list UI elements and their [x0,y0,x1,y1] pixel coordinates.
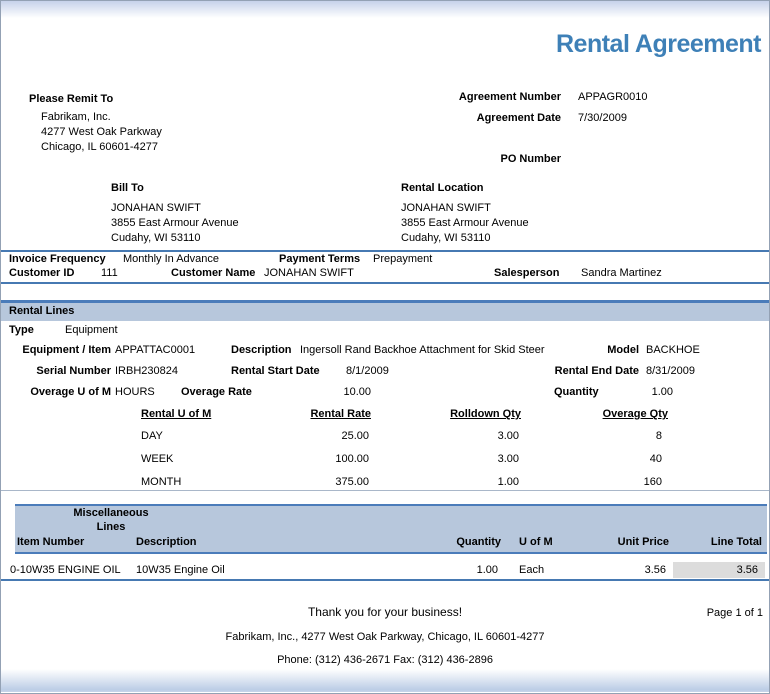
rate-table-header-uom: Rental U of M [141,408,211,421]
remit-to-address: Fabrikam, Inc. 4277 West Oak Parkway Chi… [41,110,162,155]
rental-location-address: JONAHAN SWIFT 3855 East Armour Avenue Cu… [401,201,529,246]
misc-header-item-number: Item Number [17,536,84,549]
overage-rate-label: Overage Rate [181,386,252,399]
quantity-label: Quantity [554,386,599,399]
invoice-frequency-label: Invoice Frequency [9,253,106,266]
model-label: Model [561,344,639,357]
misc-row-description: 10W35 Engine Oil [136,564,225,577]
footer-company-line: Fabrikam, Inc., 4277 West Oak Parkway, C… [1,631,769,644]
rate-row-rate: 25.00 [281,430,369,443]
misc-header-uom: U of M [519,536,553,549]
bill-to-label: Bill To [111,182,144,195]
agreement-date-label: Agreement Date [401,112,561,125]
agreement-number-value: APPAGR0010 [578,91,648,104]
misc-lines-title-line2: Lines [59,521,163,534]
misc-lines-title-line1: Miscellaneous [59,507,163,520]
rate-row-uom: WEEK [141,453,173,466]
rate-row-uom: MONTH [141,476,181,489]
type-value: Equipment [65,324,118,337]
rental-lines-section-header: Rental Lines [1,300,770,321]
remit-to-label: Please Remit To [29,93,113,106]
remit-address-line: Chicago, IL 60601-4277 [41,140,162,155]
rate-row-overage: 8 [568,430,662,443]
overage-uom-label: Overage U of M [1,386,111,399]
footer-page-number: Page 1 of 1 [601,607,763,620]
rate-row-overage: 160 [568,476,662,489]
footer-phone-line: Phone: (312) 436-2671 Fax: (312) 436-289… [1,654,769,667]
rental-location-line: Cudahy, WI 53110 [401,231,529,246]
misc-row-uom: Each [519,564,544,577]
rate-row-rolldown: 3.00 [421,453,519,466]
model-value: BACKHOE [646,344,700,357]
rate-row-rate: 375.00 [281,476,369,489]
rate-row-rolldown: 3.00 [421,430,519,443]
salesperson-value: Sandra Martinez [581,267,662,280]
po-number-label: PO Number [401,153,561,166]
bottom-gradient-bar [1,669,769,692]
description-value: Ingersoll Rand Backhoe Attachment for Sk… [300,344,545,357]
bill-to-line: Cudahy, WI 53110 [111,231,239,246]
rate-row-rolldown: 1.00 [421,476,519,489]
rental-end-date-value: 8/31/2009 [646,365,695,378]
rate-table-header-rate: Rental Rate [281,408,371,421]
remit-address-line: Fabrikam, Inc. [41,110,162,125]
rental-location-line: 3855 East Armour Avenue [401,216,529,231]
misc-header-unit-price: Unit Price [589,536,669,549]
misc-header-description: Description [136,536,197,549]
top-gradient-bar [1,1,769,18]
serial-number-label: Serial Number [1,365,111,378]
overage-rate-value: 10.00 [301,386,371,399]
rate-row-rate: 100.00 [281,453,369,466]
equipment-item-label: Equipment / Item [1,344,111,357]
misc-header-quantity: Quantity [421,536,501,549]
misc-header-line-total: Line Total [682,536,762,549]
payment-terms-label: Payment Terms [279,253,360,266]
account-band-bottom-rule [1,282,769,284]
account-band-top-rule [1,250,769,252]
misc-lines-bottom-rule [1,579,769,581]
customer-name-value: JONAHAN SWIFT [264,267,354,280]
agreement-date-value: 7/30/2009 [578,112,627,125]
bill-to-address: JONAHAN SWIFT 3855 East Armour Avenue Cu… [111,201,239,246]
bill-to-line: 3855 East Armour Avenue [111,216,239,231]
payment-terms-value: Prepayment [373,253,432,266]
misc-row-item-number: 0-10W35 ENGINE OIL [10,564,121,577]
rental-start-date-value: 8/1/2009 [346,365,389,378]
description-label: Description [231,344,292,357]
rental-start-date-label: Rental Start Date [231,365,320,378]
customer-id-value: 111 [101,267,118,280]
invoice-frequency-value: Monthly In Advance [123,253,219,266]
quantity-value: 1.00 [601,386,673,399]
rate-row-overage: 40 [568,453,662,466]
rate-row-uom: DAY [141,430,163,443]
rental-end-date-label: Rental End Date [541,365,639,378]
serial-number-value: IRBH230824 [115,365,178,378]
bill-to-line: JONAHAN SWIFT [111,201,239,216]
rental-location-label: Rental Location [401,182,484,195]
rental-location-line: JONAHAN SWIFT [401,201,529,216]
rate-table-header-overage: Overage Qty [568,408,668,421]
rental-lines-bottom-rule [1,490,769,491]
misc-row-line-total: 3.56 [681,564,758,577]
remit-address-line: 4277 West Oak Parkway [41,125,162,140]
customer-name-label: Customer Name [171,267,255,280]
misc-row-unit-price: 3.56 [589,564,666,577]
misc-row-quantity: 1.00 [421,564,498,577]
equipment-item-value: APPATTAC0001 [115,344,195,357]
type-label: Type [9,324,34,337]
agreement-number-label: Agreement Number [401,91,561,104]
rate-table-header-rolldown: Rolldown Qty [421,408,521,421]
customer-id-label: Customer ID [9,267,74,280]
salesperson-label: Salesperson [494,267,559,280]
page-title: Rental Agreement [556,30,761,58]
rental-agreement-report: Rental Agreement Please Remit To Fabrika… [0,0,770,694]
overage-uom-value: HOURS [115,386,155,399]
